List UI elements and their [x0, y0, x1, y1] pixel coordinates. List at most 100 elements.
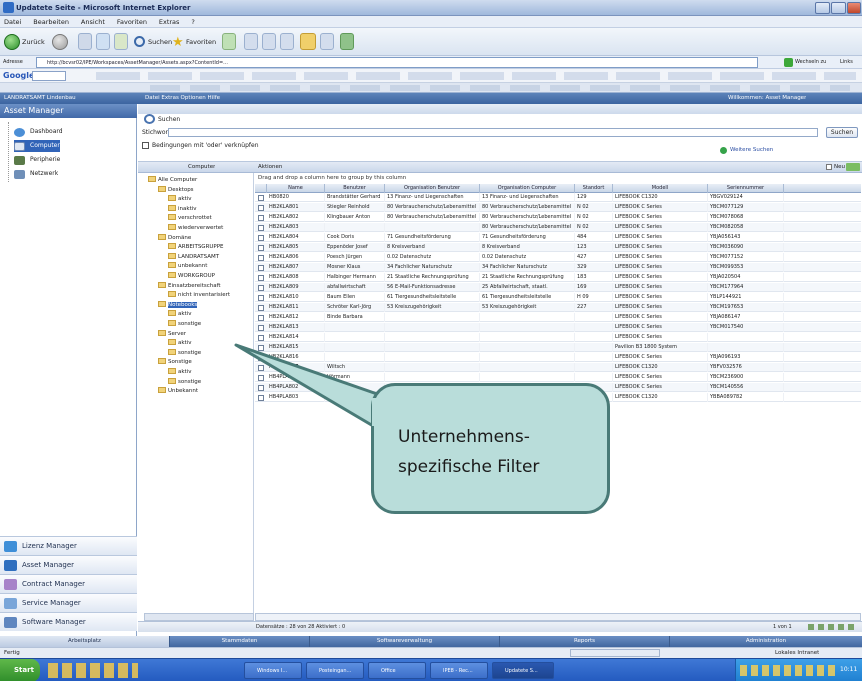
- table-row[interactable]: HB2KLA805 Eppenöder Josef 8 Kreisverband 8 …: [255, 243, 861, 252]
- row-checkbox[interactable]: [258, 335, 264, 341]
- module-service-manager[interactable]: Service Manager: [0, 593, 137, 612]
- column-header[interactable]: Seriennummer: [708, 184, 784, 193]
- tree-node[interactable]: inaktiv: [168, 204, 197, 214]
- history-icon[interactable]: [244, 33, 258, 50]
- table-row[interactable]: HB2KLA804 Cook Doris 71 Gesundheitsförderu…: [255, 233, 861, 242]
- row-checkbox[interactable]: [258, 315, 264, 321]
- task-posteingang[interactable]: Posteingan...: [306, 662, 364, 679]
- tree-node[interactable]: Unbekannt: [158, 387, 198, 396]
- tree-node[interactable]: Alle Computer: [148, 176, 197, 185]
- task-active-browser[interactable]: Updatete S...: [492, 662, 554, 679]
- messenger-icon[interactable]: [320, 33, 334, 50]
- tree-node[interactable]: Sonstige: [158, 358, 192, 367]
- menu-item-extras[interactable]: Extras: [159, 16, 180, 28]
- back-label[interactable]: Zurück: [22, 38, 45, 46]
- tree-node[interactable]: aktiv: [168, 339, 192, 348]
- tree-node[interactable]: aktiv: [168, 310, 192, 319]
- tab-softwareverwaltung[interactable]: Softwareverwaltung: [310, 636, 500, 647]
- forward-arrow-icon[interactable]: [52, 34, 68, 50]
- grid-horizontal-scrollbar[interactable]: [255, 613, 861, 621]
- tree-node[interactable]: sonstige: [168, 377, 201, 387]
- menu-item-favoriten[interactable]: Favoriten: [117, 16, 147, 28]
- task-windows[interactable]: Windows I...: [244, 662, 302, 679]
- sidebar-item-netzwerk[interactable]: Netzwerk: [14, 168, 58, 180]
- go-label[interactable]: Wechseln zu: [795, 59, 826, 65]
- table-row[interactable]: HB2KLA810 Baum Ellen 61 Tiergesundheitslei…: [255, 293, 861, 302]
- row-checkbox[interactable]: [258, 345, 264, 351]
- menu-item-datei[interactable]: Datei: [4, 16, 21, 28]
- row-checkbox[interactable]: [258, 295, 264, 301]
- tree-node[interactable]: wiederverwertet: [168, 224, 223, 233]
- select-all-header[interactable]: [255, 184, 267, 193]
- address-input[interactable]: http://bcvsr02/IPE/Workspaces/AssetManag…: [36, 57, 758, 68]
- row-checkbox[interactable]: [258, 285, 264, 291]
- google-search-input[interactable]: [32, 71, 66, 81]
- row-checkbox[interactable]: [258, 245, 264, 251]
- search-button[interactable]: Suchen: [826, 127, 858, 138]
- table-row[interactable]: HB2KLA813 LIFEBOOK C Series YBCM017540: [255, 323, 861, 332]
- back-arrow-icon[interactable]: [4, 34, 20, 50]
- tree-node[interactable]: LANDRATSAMT: [168, 252, 219, 262]
- tree-node[interactable]: nicht inventarisiert: [168, 291, 230, 300]
- minimize-button[interactable]: [815, 2, 830, 14]
- new-label[interactable]: Neu: [834, 164, 845, 170]
- tree-node[interactable]: Einsatzbereitschaft: [158, 281, 221, 291]
- table-row[interactable]: HB2KLA803 80 Verbraucherschutz/Lebensmitt…: [255, 223, 861, 232]
- menu-item-bearbeiten[interactable]: Bearbeiten: [33, 16, 69, 28]
- tab-stammdaten[interactable]: Stammdaten: [170, 636, 310, 647]
- tree-node[interactable]: aktiv: [168, 368, 192, 377]
- tree-node[interactable]: Domäne: [158, 233, 191, 243]
- row-checkbox[interactable]: [258, 305, 264, 311]
- module-software-manager[interactable]: Software Manager: [0, 612, 137, 631]
- table-row[interactable]: HB4PLA801 Hörmann LIFEBOOK C Series YBCM236…: [255, 373, 861, 382]
- row-checkbox[interactable]: [258, 355, 264, 361]
- module-contract-manager[interactable]: Contract Manager: [0, 574, 137, 593]
- row-checkbox[interactable]: [258, 215, 264, 221]
- new-checkbox-icon[interactable]: [826, 164, 832, 170]
- row-checkbox[interactable]: [258, 275, 264, 281]
- row-checkbox[interactable]: [258, 365, 264, 371]
- column-header[interactable]: Standort: [575, 184, 613, 193]
- table-row[interactable]: HB2KLA817 Wiltsch LIFEBOOK C1320 YBFV032576: [255, 363, 861, 372]
- more-search-link[interactable]: Weitere Suchen: [730, 147, 773, 153]
- menu-item-help[interactable]: ?: [191, 16, 194, 28]
- tree-node[interactable]: WORKGROUP: [168, 272, 215, 281]
- tree-node[interactable]: verschrottet: [168, 214, 212, 223]
- start-button[interactable]: Start: [0, 659, 40, 681]
- table-row[interactable]: HB2KLA816 LIFEBOOK C Series YBJA096193: [255, 353, 861, 362]
- media-icon[interactable]: [222, 33, 236, 50]
- tree-node[interactable]: Desktops: [158, 185, 194, 195]
- tree-node[interactable]: sonstige: [168, 320, 201, 329]
- links-label[interactable]: Links: [840, 59, 853, 65]
- tree-node[interactable]: ARBEITSGRUPPE: [168, 243, 224, 252]
- table-row[interactable]: HB2KLA815 Pavilion B3 1800 System: [255, 343, 861, 352]
- tree-node[interactable]: aktiv: [168, 195, 192, 204]
- column-header[interactable]: Organisation Computer: [480, 184, 575, 193]
- column-header[interactable]: Modell: [613, 184, 708, 193]
- home-icon[interactable]: [114, 33, 128, 50]
- task-office[interactable]: Office: [368, 662, 426, 679]
- quick-launch-icons[interactable]: [48, 663, 138, 678]
- row-checkbox[interactable]: [258, 255, 264, 261]
- sidebar-item-peripherie[interactable]: Peripherie: [14, 154, 60, 166]
- table-row[interactable]: HB2KLA814 LIFEBOOK C Series: [255, 333, 861, 342]
- pager-buttons[interactable]: [808, 624, 858, 630]
- row-checkbox[interactable]: [258, 375, 264, 381]
- module-asset-manager[interactable]: Asset Manager: [0, 555, 137, 574]
- export-icon[interactable]: [846, 163, 860, 171]
- google-toolbar-buttons[interactable]: [96, 72, 856, 80]
- sidebar-item-dashboard[interactable]: Dashboard: [14, 126, 63, 138]
- table-row[interactable]: HB2KLA807 Mosner Klaus 34 Fachlicher Natur…: [255, 263, 861, 272]
- table-row[interactable]: HB2KLA812 Binde Barbara LIFEBOOK C Series Y…: [255, 313, 861, 322]
- table-row[interactable]: HB2KLA811 Schröter Karl-Jörg 53 Kreiszugeh…: [255, 303, 861, 312]
- refresh-icon[interactable]: [96, 33, 110, 50]
- tree-node[interactable]: unbekannt: [168, 262, 207, 271]
- extension-icon[interactable]: [340, 33, 354, 50]
- row-checkbox[interactable]: [258, 325, 264, 331]
- more-search-icon[interactable]: [720, 147, 727, 154]
- tab-reports[interactable]: Reports: [500, 636, 670, 647]
- tree-node[interactable]: Notebooks: [158, 300, 198, 310]
- stop-icon[interactable]: [78, 33, 92, 50]
- keyword-input[interactable]: [168, 128, 818, 137]
- or-conditions-checkbox[interactable]: [142, 142, 149, 149]
